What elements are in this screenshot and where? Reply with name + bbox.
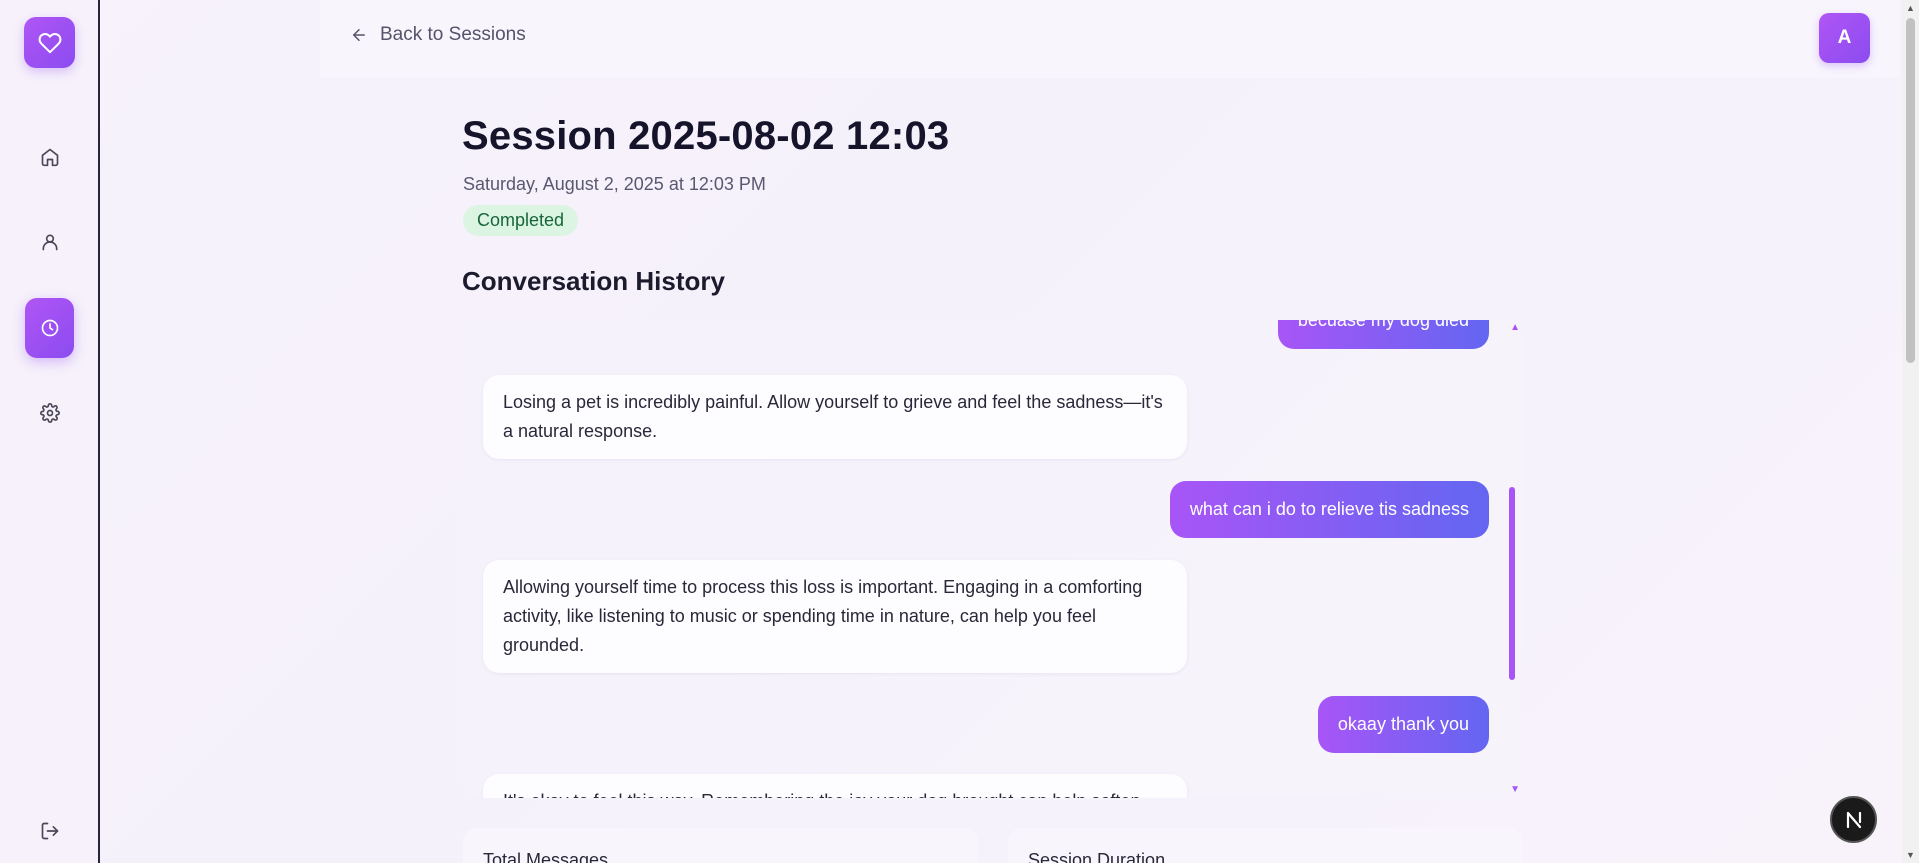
conversation-history-title: Conversation History [462,266,725,296]
chat-message-assistant: Losing a pet is incredibly painful. Allo… [483,375,1187,459]
nextjs-dev-indicator[interactable] [1830,796,1877,843]
sidebar-item-history[interactable] [25,298,74,358]
logo-button[interactable] [24,17,75,68]
session-duration-label: Session Duration [1028,850,1166,863]
status-badge: Completed [463,205,579,236]
arrow-left-icon [353,29,365,41]
back-to-sessions-link[interactable]: Back to Sessions [350,24,526,46]
clock-icon [41,319,58,337]
heart-icon [38,32,61,53]
page-scrollbar-thumb[interactable] [1906,18,1915,363]
page-scroll-down-arrow[interactable]: ▼ [1906,850,1915,860]
back-link-label: Back to Sessions [380,24,526,45]
session-date: Saturday, August 2, 2025 at 12:03 PM [463,174,766,194]
logout-icon [41,822,58,840]
chat-scrollbar-thumb[interactable] [1509,487,1515,680]
chat-message-user: okaay thank you [1317,696,1489,753]
user-icon [42,234,58,251]
chat-scroll-up-arrow[interactable]: ▲ [1510,322,1520,333]
app: Back to Sessions A Session 2025-08-02 12… [0,0,1919,863]
avatar[interactable]: A [1819,13,1870,63]
total-messages-card: Total Messages [463,828,978,863]
chat-scroll-down-arrow[interactable]: ▼ [1510,784,1520,795]
chat-message-user: becuase my dog died [1277,320,1489,349]
sidebar-item-settings[interactable] [25,383,74,443]
conversation-panel[interactable]: becuase my dog died Losing a pet is incr… [463,320,1523,798]
sidebar [0,0,100,863]
chat-message-assistant: It's okay to feel this way. Remembering … [483,774,1187,798]
page-title: Session 2025-08-02 12:03 [462,114,950,158]
topbar: Back to Sessions A [320,0,1900,78]
sidebar-item-profile[interactable] [25,212,74,272]
session-duration-card: Session Duration [1008,828,1523,863]
chat-message-user: what can i do to relieve tis sadness [1169,481,1489,538]
chat-message-assistant: Allowing yourself time to process this l… [483,560,1187,673]
sidebar-item-home[interactable] [25,127,74,187]
page-scroll-up-arrow[interactable]: ▲ [1906,3,1915,13]
logout-button[interactable] [25,801,74,861]
home-icon [41,148,58,167]
n-logo-icon [1846,811,1861,828]
page-scrollbar[interactable]: ▲ ▼ [1902,0,1919,863]
gear-icon [39,403,60,423]
total-messages-label: Total Messages [483,850,609,863]
